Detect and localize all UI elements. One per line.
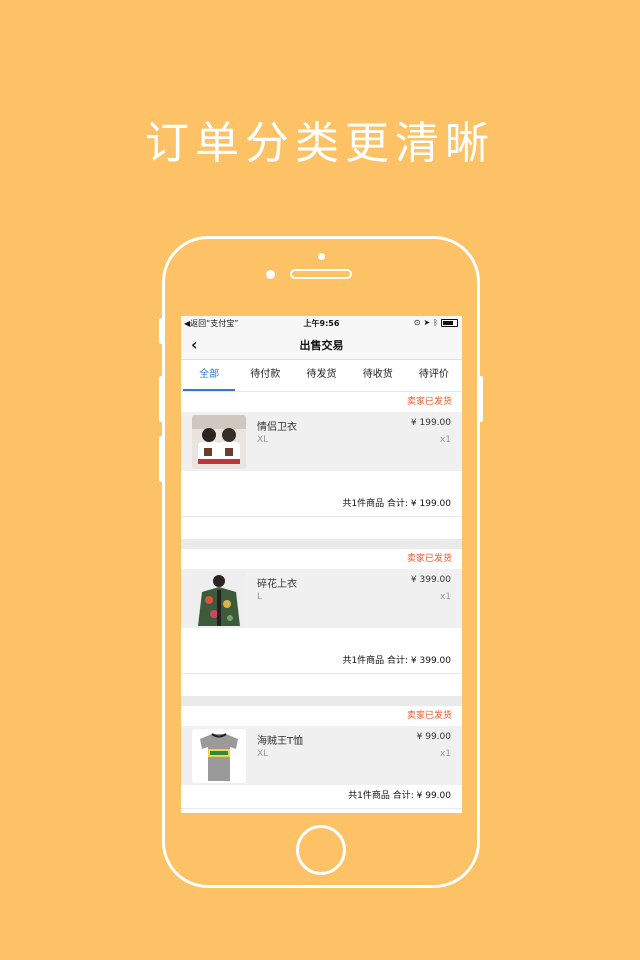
bluetooth-icon: ᛒ	[433, 318, 438, 327]
order-card[interactable]: 卖家已发货 海贼王T恤 XL ¥ 99.00 x1 共1件商品 合计: ¥ 99…	[181, 706, 462, 813]
status-bar: ◀返回“支付宝” 上午9:56 ⊙ ➤ ᛒ	[181, 316, 462, 329]
phone-volume-down	[159, 436, 163, 482]
order-divider	[181, 539, 462, 549]
order-status: 卖家已发货	[181, 706, 462, 726]
tab-pending-payment[interactable]: 待付款	[237, 360, 293, 391]
order-item[interactable]: 海贼王T恤 XL ¥ 99.00 x1	[181, 726, 462, 785]
promo-page: 订单分类更清晰 ◀返回“支付宝” 上午9:56 ⊙ ➤ ᛒ ‹ 出售交易 全部 …	[0, 0, 640, 960]
product-name: 情侣卫衣	[257, 422, 297, 433]
sensor-icon	[266, 270, 275, 279]
order-card[interactable]: 卖家已发货 碎花上衣 L ¥ 399.00 x1 共1件商品 合计: ¥ 399…	[181, 549, 462, 696]
headline: 订单分类更清晰	[145, 118, 495, 169]
product-name: 海贼王T恤	[257, 736, 304, 747]
order-status: 卖家已发货	[181, 392, 462, 412]
product-price: ¥ 399.00	[410, 575, 451, 585]
page-title: 出售交易	[299, 339, 344, 352]
product-quantity: x1	[439, 749, 451, 759]
product-thumbnail	[192, 729, 246, 783]
order-card[interactable]: 卖家已发货 情侣卫衣 XL ¥ 199.00 x1 共1件商品 合计: ¥ 19…	[181, 392, 462, 539]
product-thumbnail	[192, 415, 246, 469]
product-size: XL	[257, 435, 269, 445]
home-button[interactable]	[296, 825, 346, 875]
product-quantity: x1	[439, 592, 451, 602]
product-name: 碎花上衣	[257, 579, 297, 590]
tab-pending-shipment[interactable]: 待发货	[293, 360, 349, 391]
product-price: ¥ 99.00	[416, 732, 451, 742]
order-summary: 共1件商品 合计: ¥ 399.00	[181, 650, 462, 674]
phone-power-button	[479, 376, 483, 422]
product-size: L	[257, 592, 263, 602]
status-icons: ⊙ ➤ ᛒ	[414, 318, 458, 327]
phone-volume-up	[159, 376, 163, 422]
order-spacer	[181, 628, 462, 650]
order-divider	[181, 696, 462, 706]
speaker-icon	[290, 269, 352, 279]
location-icon: ➤	[423, 318, 431, 327]
order-item[interactable]: 碎花上衣 L ¥ 399.00 x1	[181, 569, 462, 628]
camera-icon	[318, 253, 325, 260]
order-tabs: 全部 待付款 待发货 待收货 待评价	[181, 360, 462, 392]
tab-pending-review[interactable]: 待评价	[406, 360, 462, 391]
battery-icon	[441, 318, 458, 327]
order-footer	[181, 809, 462, 813]
order-summary: 共1件商品 合计: ¥ 99.00	[181, 785, 462, 809]
tab-pending-receipt[interactable]: 待收货	[350, 360, 406, 391]
order-status: 卖家已发货	[181, 549, 462, 569]
app-screen: ◀返回“支付宝” 上午9:56 ⊙ ➤ ᛒ ‹ 出售交易 全部 待付款 待发货 …	[181, 316, 462, 813]
lock-rotation-icon: ⊙	[413, 318, 421, 327]
order-item[interactable]: 情侣卫衣 XL ¥ 199.00 x1	[181, 412, 462, 471]
order-footer	[181, 517, 462, 539]
phone-side-button	[159, 318, 163, 344]
order-spacer	[181, 471, 462, 493]
product-quantity: x1	[439, 435, 451, 445]
product-thumbnail	[192, 572, 246, 626]
product-price: ¥ 199.00	[410, 418, 451, 428]
order-footer	[181, 674, 462, 696]
product-size: XL	[257, 749, 269, 759]
nav-bar: ‹ 出售交易	[181, 329, 462, 360]
order-summary: 共1件商品 合计: ¥ 199.00	[181, 493, 462, 517]
tab-all[interactable]: 全部	[181, 360, 237, 391]
